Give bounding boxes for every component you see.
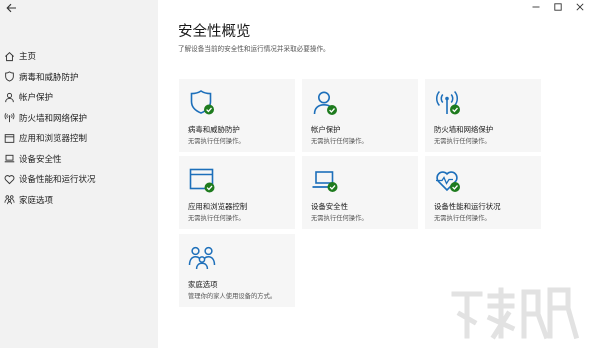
person-icon [313, 91, 337, 115]
close-icon [576, 3, 584, 11]
tile-title: 帐户保护 [311, 125, 341, 134]
check-badge-icon [204, 182, 215, 193]
sidebar-nav: 主页 病毒和威胁防护 帐户保护 防火墙和网络保护 应用和浏览器控制 设备安全性 … [0, 46, 158, 210]
tile-device-performance[interactable]: 设备性能和运行状况 无需执行任何操作。 [425, 156, 541, 229]
sidebar-item-home[interactable]: 主页 [0, 46, 158, 67]
tile-status: 无需执行任何操作。 [434, 215, 491, 222]
tile-title: 防火墙和网络保护 [434, 125, 494, 134]
family-icon [188, 246, 216, 270]
heart-pulse-icon [436, 171, 460, 192]
page-title: 安全性概览 [178, 24, 251, 40]
sidebar-item-label: 设备性能和运行状况 [19, 175, 96, 186]
page-subtitle: 了解设备当前的安全性和运行情况并采取必要操作。 [178, 45, 330, 53]
tile-status: 无需执行任何操作。 [434, 138, 491, 145]
check-badge-icon [327, 105, 337, 115]
tile-status: 无需执行任何操作。 [188, 215, 245, 222]
tile-title: 家庭选项 [188, 280, 218, 289]
sidebar-item-device-performance[interactable]: 设备性能和运行状况 [0, 169, 158, 190]
tile-status: 无需执行任何操作。 [311, 215, 368, 222]
back-arrow-icon [5, 3, 16, 13]
family-icon [4, 195, 15, 205]
laptop-icon [4, 155, 15, 163]
shield-icon [5, 71, 14, 82]
tile-status: 无需执行任何操作。 [311, 138, 368, 145]
tile-status: 管理你的家人使用设备的方式。 [188, 293, 277, 300]
tile-title: 设备安全性 [311, 202, 348, 211]
tile-title: 设备性能和运行状况 [434, 202, 501, 211]
sidebar-item-family-options[interactable]: 家庭选项 [0, 190, 158, 211]
tile-title: 应用和浏览器控制 [188, 202, 248, 211]
sidebar-item-firewall[interactable]: 防火墙和网络保护 [0, 108, 158, 129]
tile-account-protection[interactable]: 帐户保护 无需执行任何操作。 [302, 79, 418, 152]
sidebar-item-label: 应用和浏览器控制 [19, 134, 88, 145]
sidebar-item-label: 病毒和威胁防护 [19, 72, 79, 83]
back-button[interactable] [3, 1, 19, 15]
sidebar-item-app-browser-control[interactable]: 应用和浏览器控制 [0, 128, 158, 149]
minimize-button[interactable] [525, 0, 547, 14]
laptop-icon [312, 171, 338, 192]
tile-family-options[interactable]: 家庭选项 管理你的家人使用设备的方式。 [179, 234, 295, 307]
main-content: 安全性概览 了解设备当前的安全性和运行情况并采取必要操作。 病毒和威胁防护 无需… [158, 0, 591, 348]
heart-icon [4, 174, 15, 185]
wireless-icon [435, 91, 460, 115]
app-window-icon [189, 168, 215, 193]
close-button[interactable] [569, 0, 591, 14]
tile-title: 病毒和威胁防护 [188, 125, 240, 134]
sidebar-item-virus-protection[interactable]: 病毒和威胁防护 [0, 67, 158, 88]
sidebar-item-label: 帐户保护 [19, 93, 54, 104]
tile-virus-protection[interactable]: 病毒和威胁防护 无需执行任何操作。 [179, 79, 295, 152]
sidebar-item-label: 设备安全性 [19, 154, 62, 165]
sidebar-item-label: 家庭选项 [19, 195, 54, 206]
window-controls [525, 0, 591, 14]
sidebar-item-device-security[interactable]: 设备安全性 [0, 149, 158, 170]
sidebar: 主页 病毒和威胁防护 帐户保护 防火墙和网络保护 应用和浏览器控制 设备安全性 … [0, 0, 158, 348]
app-window-icon [4, 133, 15, 143]
sidebar-item-account-protection[interactable]: 帐户保护 [0, 87, 158, 108]
minimize-icon [532, 6, 540, 8]
wireless-icon [4, 113, 15, 123]
shield-icon [190, 90, 214, 115]
person-icon [5, 92, 14, 102]
tile-firewall[interactable]: 防火墙和网络保护 无需执行任何操作。 [425, 79, 541, 152]
check-badge-icon [204, 104, 214, 115]
sidebar-item-label: 防火墙和网络保护 [19, 113, 88, 124]
maximize-button[interactable] [547, 0, 569, 14]
check-badge-icon [450, 182, 460, 192]
tile-status: 无需执行任何操作。 [188, 138, 245, 145]
check-badge-icon [327, 182, 338, 192]
sidebar-item-label: 主页 [19, 52, 37, 63]
check-badge-icon [450, 104, 460, 115]
tile-app-browser-control[interactable]: 应用和浏览器控制 无需执行任何操作。 [179, 156, 295, 229]
home-icon [5, 51, 14, 61]
tile-device-security[interactable]: 设备安全性 无需执行任何操作。 [302, 156, 418, 229]
maximize-icon [554, 3, 562, 11]
